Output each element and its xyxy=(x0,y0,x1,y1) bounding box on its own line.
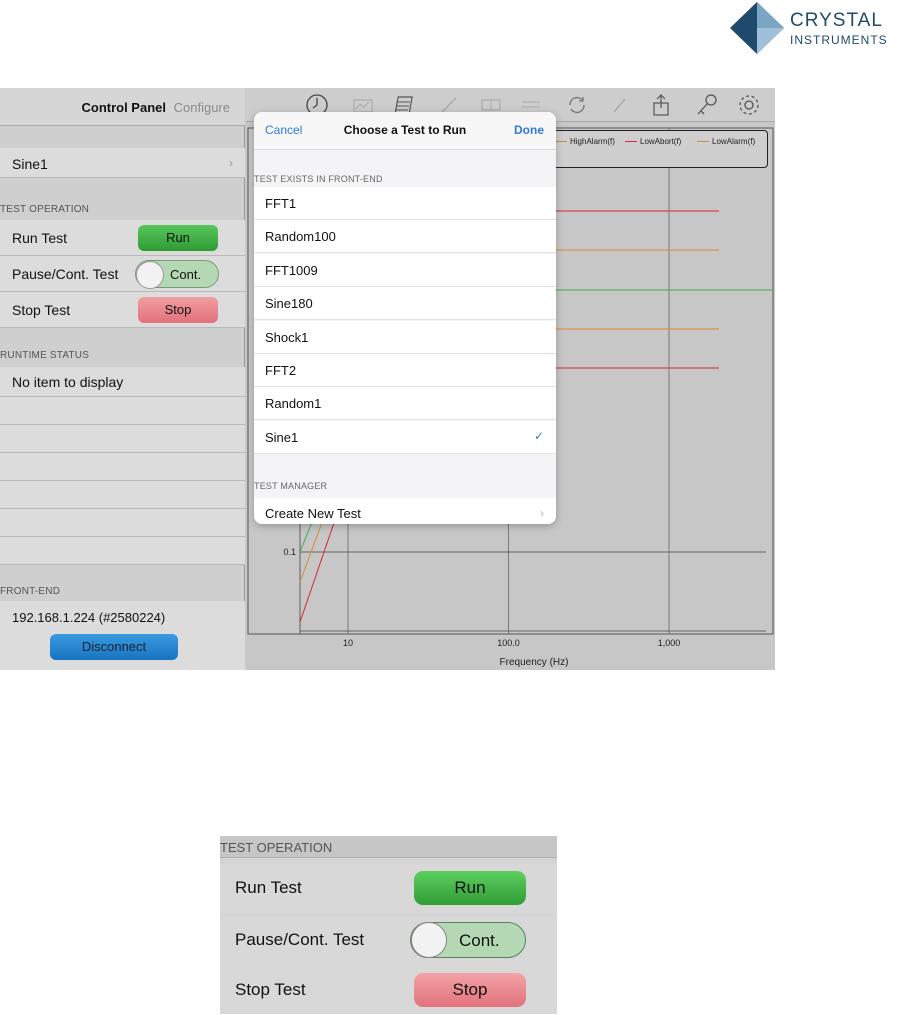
x-tick-label: 100.0 xyxy=(497,638,520,648)
list-item xyxy=(0,425,245,453)
section-tests-in-front-end: TEST EXISTS IN FRONT-END xyxy=(254,174,383,184)
diamond-logo-icon xyxy=(730,2,784,54)
current-test-label: Sine1 xyxy=(12,156,48,172)
run-button[interactable]: Run xyxy=(138,225,218,251)
gear-icon[interactable] xyxy=(736,92,762,118)
chart-legend: HighAlarm(f) LowAbort(f) LowAlarm(f) xyxy=(546,130,768,168)
test-list-item[interactable]: FFT1009 xyxy=(254,253,556,287)
section-front-end: FRONT-END xyxy=(0,586,61,597)
zoom-pause-toggle[interactable]: Cont. xyxy=(410,922,526,958)
stop-test-label: Stop Test xyxy=(12,302,71,318)
edit-icon[interactable] xyxy=(606,92,632,118)
zoom-run-button[interactable]: Run xyxy=(414,871,526,905)
test-list-item[interactable]: Random100 xyxy=(254,220,556,254)
zoom-run-row: Run Test Run xyxy=(220,864,557,914)
x-tick-label: 1,000 xyxy=(658,638,681,648)
test-name-label: FFT1 xyxy=(265,196,297,211)
legend-swatch xyxy=(625,141,637,143)
run-test-label: Run Test xyxy=(12,230,67,246)
x-axis-label: Frequency (Hz) xyxy=(500,657,569,668)
legend-label: LowAbort(f) xyxy=(640,137,682,146)
test-name-label: FFT1009 xyxy=(265,262,318,278)
pause-test-label: Pause/Cont. Test xyxy=(12,266,119,282)
key-icon[interactable] xyxy=(694,92,720,118)
legend-label: HighAlarm(f) xyxy=(570,137,615,146)
chevron-right-icon: › xyxy=(540,506,544,520)
list-item xyxy=(0,481,245,509)
create-new-test-label: Create New Test xyxy=(265,506,361,521)
chevron-right-icon: › xyxy=(229,156,233,170)
tab-configure[interactable]: Configure xyxy=(174,100,230,115)
front-end-address: 192.168.1.224 (#2580224) xyxy=(12,610,166,625)
legend-swatch xyxy=(555,141,567,143)
test-list-item[interactable]: Random1 xyxy=(254,387,556,421)
test-list-item[interactable]: FFT1 xyxy=(254,187,556,220)
control-panel-sidebar: Control Panel Configure Sine1 › TEST OPE… xyxy=(0,88,245,670)
app-screenshot: Control Panel Configure Sine1 › TEST OPE… xyxy=(0,88,775,670)
logo-word-crystal: CRYSTAL xyxy=(790,10,883,31)
zoom-pause-label: Pause/Cont. Test xyxy=(235,930,365,949)
refresh-icon[interactable] xyxy=(564,92,590,118)
runtime-status-row: No item to display xyxy=(0,367,245,397)
create-new-test-item[interactable]: Create New Test › xyxy=(254,498,556,524)
test-operation-zoom: TEST OPERATION Run Test Run Pause/Cont. … xyxy=(220,836,557,1014)
zoom-toggle-label: Cont. xyxy=(459,931,500,950)
toggle-knob xyxy=(411,922,447,958)
zoom-stop-row: Stop Test Stop xyxy=(220,966,557,1014)
zoom-stop-label: Stop Test xyxy=(235,980,306,999)
zoom-section-header: TEST OPERATION xyxy=(220,836,557,858)
test-list-item[interactable]: Sine1 ✓ xyxy=(254,420,556,454)
section-runtime-status: RUNTIME STATUS xyxy=(0,350,90,361)
pause-test-row: Pause/Cont. Test Cont. xyxy=(0,256,245,292)
test-list-item[interactable]: Shock1 xyxy=(254,320,556,354)
front-end-row: 192.168.1.224 (#2580224) Disconnect xyxy=(0,601,245,670)
crystal-instruments-logo: CRYSTAL INSTRUMENTS xyxy=(728,0,904,56)
logo-word-instruments: INSTRUMENTS xyxy=(790,33,888,47)
list-item xyxy=(0,537,245,565)
test-list-item[interactable]: FFT2 xyxy=(254,354,556,387)
test-name-label: Random1 xyxy=(265,396,322,412)
low-alarm-ramp xyxy=(299,516,325,583)
done-button[interactable]: Done xyxy=(514,123,544,137)
stop-button[interactable]: Stop xyxy=(138,297,218,323)
test-name-label: FFT2 xyxy=(265,363,297,378)
tab-control-panel[interactable]: Control Panel xyxy=(81,100,166,115)
x-tick-label: 10 xyxy=(343,638,353,648)
test-name-label: Sine1 xyxy=(265,429,299,445)
popover-header: Cancel Choose a Test to Run Done xyxy=(254,112,556,150)
test-name-label: Random100 xyxy=(265,229,336,245)
legend-label: LowAlarm(f) xyxy=(712,137,756,146)
test-list-item[interactable]: Sine180 xyxy=(254,287,556,321)
legend-item-low-alarm: LowAlarm(f) xyxy=(697,137,755,146)
legend-swatch xyxy=(697,141,709,143)
toggle-knob xyxy=(136,261,164,289)
current-test-row[interactable]: Sine1 › xyxy=(0,148,245,178)
y-tick-label: 0.1 xyxy=(283,547,296,557)
zoom-pause-row: Pause/Cont. Test Cont. xyxy=(220,916,557,966)
section-test-operation: TEST OPERATION xyxy=(0,204,90,215)
sidebar-header: Control Panel Configure xyxy=(0,88,245,126)
list-item xyxy=(0,509,245,537)
section-test-manager-label: TEST MANAGER xyxy=(254,481,328,491)
stop-test-row: Stop Test Stop xyxy=(0,292,245,328)
zoom-run-label: Run Test xyxy=(235,878,302,897)
test-name-label: Shock1 xyxy=(265,329,309,345)
list-item xyxy=(0,453,245,481)
legend-item-low-abort: LowAbort(f) xyxy=(625,137,681,146)
popover-title: Choose a Test to Run xyxy=(343,123,467,137)
disconnect-button[interactable]: Disconnect xyxy=(50,634,178,660)
test-name-label: Sine180 xyxy=(265,296,313,312)
list-item xyxy=(0,397,245,425)
run-test-row: Run Test Run xyxy=(0,220,245,256)
toggle-label: Cont. xyxy=(170,267,202,282)
share-icon[interactable] xyxy=(648,92,674,118)
checkmark-icon: ✓ xyxy=(533,428,544,443)
choose-test-popover: Cancel Choose a Test to Run Done TEST EX… xyxy=(254,112,556,524)
pause-continue-toggle[interactable]: Cont. xyxy=(135,260,219,289)
zoom-stop-button[interactable]: Stop xyxy=(414,973,526,1007)
runtime-empty-label: No item to display xyxy=(12,374,124,390)
legend-item-high-alarm: HighAlarm(f) xyxy=(555,137,615,146)
